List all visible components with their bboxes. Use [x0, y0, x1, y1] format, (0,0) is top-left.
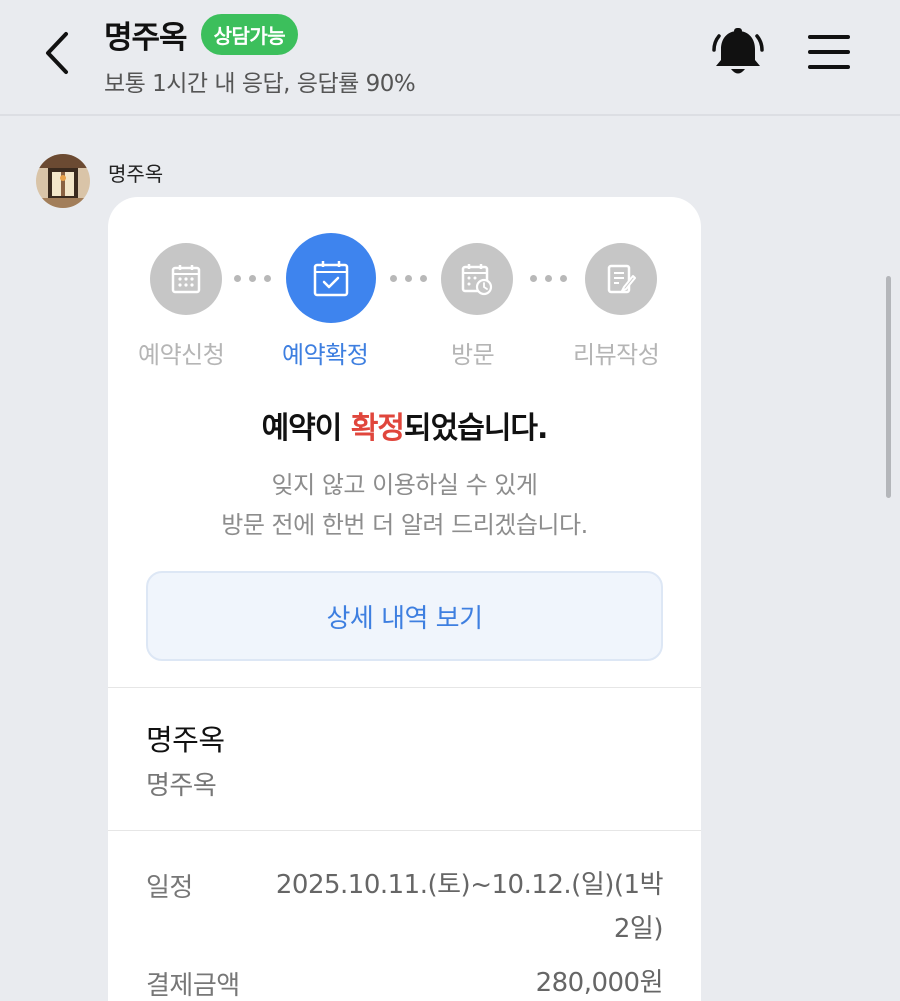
payment-value: 280,000원 — [535, 968, 664, 998]
step-1-circle — [150, 243, 222, 315]
step-2-circle — [286, 233, 376, 323]
chevron-left-icon — [46, 32, 68, 74]
place-subtitle: 명주옥 — [146, 771, 217, 801]
menu-button[interactable] — [806, 30, 852, 74]
headline-highlight: 확정 — [350, 411, 405, 446]
step-connector — [530, 275, 567, 282]
reservation-card: 예약신청 예약확정 방문 리뷰작성 예약이 확정되었습니다. 잊지 않고 이용하… — [108, 197, 701, 1001]
page-title: 명주옥 — [104, 20, 188, 56]
divider — [108, 687, 701, 688]
schedule-label: 일정 — [146, 873, 193, 903]
step-label-confirmed: 예약확정 — [282, 341, 369, 369]
step-connector — [234, 275, 271, 282]
chat-header: 명주옥 상담가능 보통 1시간 내 응답, 응답률 90% — [0, 0, 900, 116]
headline-pre: 예약이 — [261, 411, 351, 446]
calendar-clock-icon — [461, 264, 493, 296]
hamburger-menu-icon — [808, 35, 850, 69]
hanok-photo-icon — [36, 154, 90, 208]
avatar[interactable] — [36, 154, 90, 208]
notification-button[interactable] — [710, 26, 766, 80]
step-label-request: 예약신청 — [138, 341, 225, 369]
sender-name: 명주옥 — [108, 162, 164, 186]
divider — [108, 830, 701, 831]
title-row: 명주옥 상담가능 — [104, 12, 299, 57]
edit-note-icon — [607, 264, 636, 294]
place-name: 명주옥 — [146, 723, 225, 757]
scrollbar[interactable] — [886, 276, 891, 498]
calendar-check-icon — [313, 261, 349, 297]
response-info: 보통 1시간 내 응답, 응답률 90% — [104, 71, 416, 97]
step-4-circle — [585, 243, 657, 315]
back-button[interactable] — [36, 28, 80, 78]
step-connector — [390, 275, 427, 282]
step-label-visit: 방문 — [451, 341, 495, 369]
schedule-value: 2025.10.11.(토)~10.12.(일)(1박 2일) — [275, 870, 664, 944]
calendar-icon — [171, 265, 201, 294]
headline-post: 되었습니다. — [404, 411, 548, 446]
view-details-button[interactable]: 상세 내역 보기 — [146, 571, 663, 661]
step-3-circle — [441, 243, 513, 315]
status-badge: 상담가능 — [200, 14, 299, 55]
desc-line-2: 방문 전에 한번 더 알려 드리겠습니다. — [221, 511, 588, 539]
reservation-progress: 예약신청 예약확정 방문 리뷰작성 — [108, 197, 701, 377]
confirmation-headline: 예약이 확정되었습니다. — [108, 403, 701, 447]
confirmation-description: 잊지 않고 이용하실 수 있게 방문 전에 한번 더 알려 드리겠습니다. — [108, 465, 701, 545]
payment-label: 결제금액 — [146, 971, 240, 1001]
bell-icon — [712, 28, 764, 74]
step-label-review: 리뷰작성 — [573, 341, 660, 369]
desc-line-1: 잊지 않고 이용하실 수 있게 — [271, 471, 538, 499]
